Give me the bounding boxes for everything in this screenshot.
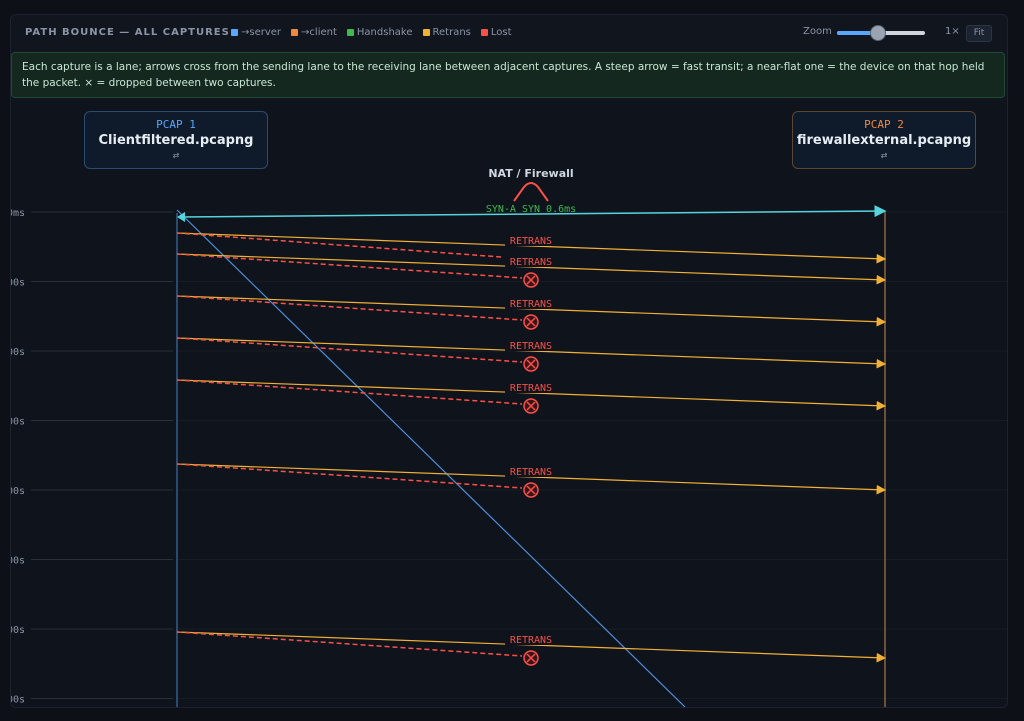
tick-label: 00s [11,625,25,636]
legend-item: Lost [480,27,512,38]
zoom-slider-thumb[interactable] [869,25,886,41]
fit-button[interactable]: Fit [966,25,992,42]
retrans-label: RETRANS [510,236,552,247]
lane-file-pcap1: Clientfiltered.pcapng [98,133,254,148]
legend-item: →server [231,27,281,38]
tick-label: 00s [11,486,25,497]
legend-label: Retrans [432,27,471,38]
retrans-label: RETRANS [510,341,552,352]
path-bounce-panel: PATH BOUNCE — ALL CAPTURES →server →clien… [10,14,1008,708]
tick-label: 00s [11,695,25,706]
lane-tag-pcap1: PCAP 1 [156,118,196,131]
lost-packet-line [176,253,523,279]
lane-card-pcap1[interactable]: PCAP 1 Clientfiltered.pcapng ⇄ [84,111,268,169]
legend-item: Handshake [346,27,413,38]
lane-file-pcap2: firewallexternal.pcapng [796,133,972,148]
lane-diagram: 0ms 00s 00s 00s 00s 00s 00s 00s NAT / Firewall SY… [11,167,1007,707]
lost-packet-line [176,631,523,657]
retrans-label: RETRANS [510,257,552,268]
zoom-value: 1× [945,26,960,37]
server-flow-line [176,209,686,707]
retrans-label: RETRANS [510,635,552,646]
handshake-label: SYN-A SYN 0.6ms [486,204,576,215]
tick-label: 00s [11,556,25,567]
legend-label: Handshake [356,27,413,38]
legend-item: Retrans [422,27,471,38]
lost-packet-line [176,295,523,321]
legend-swatch [480,29,488,36]
retrans-label: RETRANS [510,467,552,478]
firewall-icon [513,182,549,202]
panel-title: PATH BOUNCE — ALL CAPTURES [25,27,230,38]
lane-canvas[interactable]: 0ms 00s 00s 00s 00s 00s 00s 00s NAT / Firewall SY… [11,101,1007,707]
retrans-label: RETRANS [510,383,552,394]
legend-label: →client [301,27,337,38]
tick-label: 00s [11,417,25,428]
legend-item: →client [291,27,337,38]
legend-swatch [346,29,354,36]
zoom-slider[interactable] [837,25,925,41]
hop-label: NAT / Firewall [488,167,573,180]
info-banner: Each capture is a lane; arrows cross fro… [11,52,1005,98]
lost-packet-line [176,337,523,363]
legend-swatch [291,29,299,36]
lane-card-pcap2[interactable]: PCAP 2 firewallexternal.pcapng ⇄ [792,111,976,169]
tick-label: 00s [11,347,25,358]
zoom-label: Zoom [803,26,832,37]
lost-packet-line [176,463,523,489]
retrans-label: RETRANS [510,299,552,310]
lost-packet-line [176,379,523,405]
lane-tag-pcap2: PCAP 2 [864,118,904,131]
legend-swatch [422,29,430,36]
lost-packet-line [176,232,502,258]
tick-label: 00s [11,278,25,289]
swap-icon[interactable]: ⇄ [793,151,975,160]
swap-icon[interactable]: ⇄ [85,151,267,160]
legend-label: →server [241,27,282,38]
legend: →server →client Handshake Retrans Lost [231,27,512,38]
legend-swatch [231,29,238,36]
toolbar: PATH BOUNCE — ALL CAPTURES →server →clien… [11,15,1007,51]
tick-label: 0ms [11,208,25,219]
legend-label: Lost [490,27,512,38]
